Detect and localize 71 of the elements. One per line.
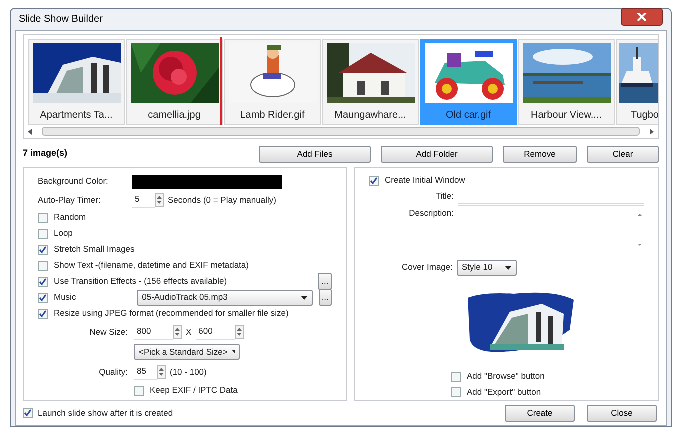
checkbox-label: Create Initial Window [385,174,466,188]
field-label: Title: [434,190,455,203]
checkbox-label: Use Transition Effects - (156 effects available) [54,275,228,288]
window-title: Slide Show Builder [19,13,103,27]
dropdown[interactable]: 05-AudioTrack 05.mp3 [137,290,313,306]
color-swatch[interactable] [132,174,282,188]
thumbnail-label: Maungawhare... [334,109,406,123]
checkbox[interactable] [38,260,48,270]
spin-buttons[interactable] [157,365,166,379]
close-button[interactable] [621,8,663,26]
checkbox-label: Launch slide show after it is created [38,406,174,420]
spin-buttons[interactable] [155,193,164,207]
checkbox-label: Loop [54,227,73,240]
button[interactable]: ... [318,289,332,306]
thumbnail-tile[interactable]: Apartments Ta... [28,39,125,125]
field-label: Cover Image: [400,261,453,274]
checkbox[interactable] [451,372,461,382]
checkbox-label: Add "Export" button [467,386,542,399]
button[interactable]: Clear [587,146,659,162]
checkbox-label: Keep EXIF / IPTC Data [150,384,238,397]
field-label: Description: [408,206,455,220]
checkbox[interactable] [38,276,48,286]
checkbox[interactable] [451,387,461,398]
button[interactable]: Add Folder [381,146,493,162]
button[interactable]: Remove [503,146,577,162]
button[interactable]: ... [318,273,332,290]
thumbnail-label: Old car.gif [446,109,492,123]
thumbnail-label: Harbour View.... [531,109,602,123]
thumbnail-tile[interactable]: Old car.gif [420,39,517,125]
times-label: X [186,326,192,338]
checkbox[interactable] [38,292,48,302]
thumbnail-label: Lamb Rider.gif [240,109,305,123]
thumbnail-tile[interactable]: camellia.jpg [126,39,223,125]
dropdown[interactable]: Style 10 [457,260,517,276]
checkbox-label: Add "Browse" button [467,370,545,384]
checkbox[interactable] [38,308,48,318]
dropdown[interactable]: <Pick a Standard Size> [134,344,240,360]
spin-buttons[interactable] [173,325,182,339]
button[interactable]: Create [505,404,575,422]
scroll-right-icon[interactable] [648,128,656,136]
button[interactable]: Add Files [259,146,371,162]
checkbox-label: Random [54,211,86,224]
caret-icon [232,350,235,354]
field-hint: Seconds (0 = Play manually) [168,194,276,206]
checkbox[interactable] [23,408,33,418]
scroll-left-icon[interactable] [26,128,34,136]
checkbox[interactable] [38,244,48,254]
checkbox-label: Resize using JPEG format (recommended for smaller file size) [54,307,289,320]
field-label: New Size: [88,326,128,338]
caret-icon [505,266,512,270]
checkbox[interactable] [134,386,144,396]
button[interactable]: Close [587,404,657,422]
checkbox[interactable] [369,176,379,186]
thumbnail-tile[interactable]: Maungawhare... [322,39,419,125]
field-label: Auto-Play Timer: [38,194,102,206]
field-hint: (10 - 100) [170,366,207,378]
close-icon [637,12,647,20]
thumbnail-tile[interactable]: Harbour View.... [518,39,615,125]
checkbox-label: Show Text -(filename, datetime and EXIF metadata) [54,259,249,272]
thumbnail-label: camellia.jpg [148,109,201,123]
field-label: Background Color: [38,175,110,188]
checkbox-label: Music [54,291,78,304]
field-label: Quality: [98,366,128,378]
caret-icon [300,296,308,300]
checkbox-label: Stretch Small Images [54,243,135,256]
image-count: 7 image(s) [23,147,69,160]
checkbox[interactable] [38,228,48,238]
thumbnail-label: Apartments Ta... [40,109,113,123]
thumbnail-tile[interactable]: Lamb Rider.gif [224,39,321,125]
checkbox[interactable] [38,212,48,222]
horizontal-scrollbar[interactable] [26,126,656,137]
